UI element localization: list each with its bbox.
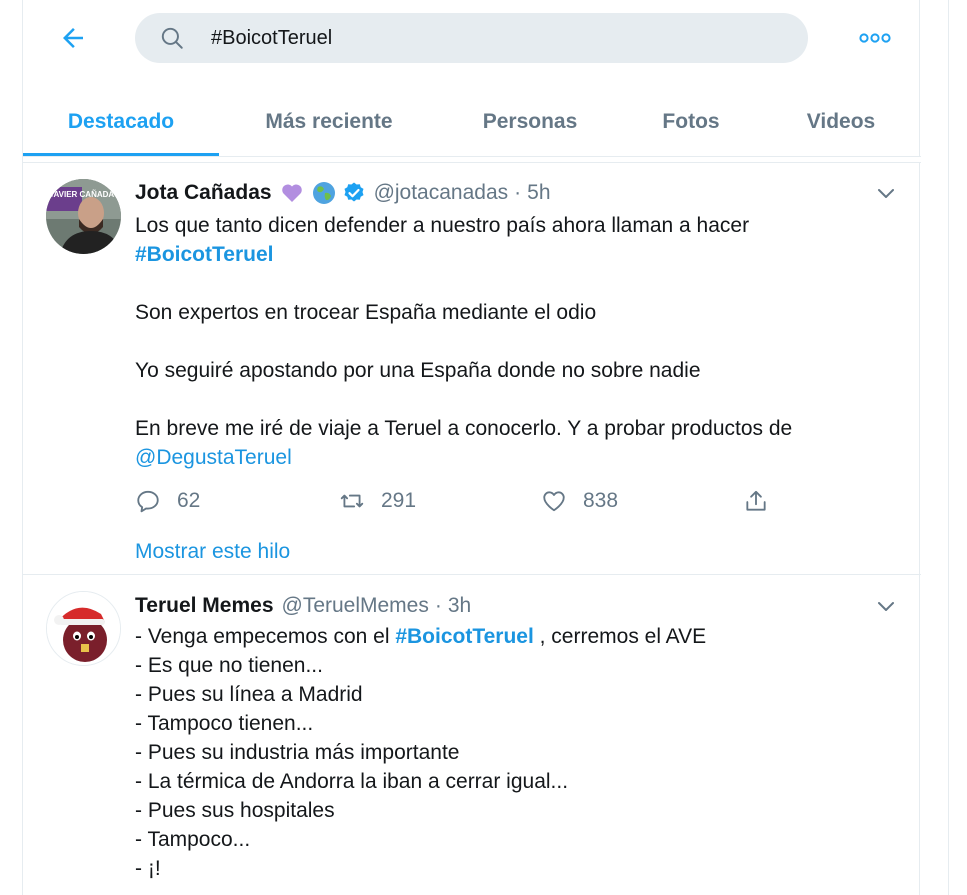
hashtag-link[interactable]: #BoicotTeruel: [395, 625, 533, 648]
purple-heart-emoji: [281, 184, 302, 202]
tab-videos[interactable]: Videos: [761, 88, 921, 156]
tweet-text-line: - Tampoco tienen...: [135, 712, 314, 735]
tweet-text-fragment: , cerremos el AVE: [533, 625, 707, 648]
tweet-text-line: Yo seguiré apostando por una España dond…: [135, 359, 701, 382]
search-input[interactable]: [211, 25, 771, 51]
tweet-body: Teruel Memes @TeruelMemes · 3h - Venga e…: [135, 592, 855, 883]
tweet-actions: 62 291 838: [135, 486, 795, 516]
tweet-text-line: Los que tanto dicen defender a nuestro p…: [135, 214, 750, 237]
arrow-left-icon: [63, 28, 83, 48]
avatar[interactable]: JAVIER CAÑADAS: [46, 179, 121, 254]
tweet-text-fragment: - Venga empecemos con el: [135, 625, 396, 648]
separator-dot: ·: [514, 181, 522, 204]
reply-count: 62: [177, 489, 201, 512]
tweet-header: Teruel Memes @TeruelMemes · 3h: [135, 592, 855, 620]
show-thread-link[interactable]: Mostrar este hilo: [135, 540, 290, 564]
tweet-menu-button[interactable]: [873, 593, 899, 619]
tweet[interactable]: JAVIER CAÑADAS Jota Cañadas @jotacanadas…: [23, 163, 921, 575]
tweet-text-line: En breve me iré de viaje a Teruel a cono…: [135, 417, 793, 440]
tweet-menu-button[interactable]: [873, 180, 899, 206]
search-icon: [161, 27, 183, 49]
tweet-time[interactable]: 5h: [527, 181, 550, 205]
more-button[interactable]: [857, 22, 893, 54]
author-name[interactable]: Jota Cañadas: [135, 181, 272, 205]
more-dots-icon: [859, 33, 891, 43]
tweet-text-line: - Pues su industria más importante: [135, 741, 460, 764]
tweet-text-line: - La térmica de Andorra la iban a cerrar…: [135, 770, 569, 793]
tweet-text-line: Son expertos en trocear España mediante …: [135, 301, 597, 324]
tab-fotos[interactable]: Fotos: [621, 88, 761, 156]
hashtag-link[interactable]: #BoicotTeruel: [135, 243, 273, 266]
tweet[interactable]: Teruel Memes @TeruelMemes · 3h - Venga e…: [23, 575, 921, 895]
author-handle[interactable]: @jotacanadas: [374, 181, 509, 205]
retweet-count: 291: [381, 489, 417, 512]
tweet-text-line: - Es que no tienen...: [135, 654, 323, 677]
page-edge-divider: [948, 0, 949, 895]
tab-label: Personas: [482, 110, 578, 133]
reply-icon: [137, 490, 159, 513]
tweet-text: - Venga empecemos con el #BoicotTeruel ,…: [135, 622, 855, 883]
tweet-header: Jota Cañadas @jotacanadas · 5h: [135, 179, 855, 207]
globe-emoji: [312, 182, 335, 204]
tweet-text-line: - Pues sus hospitales: [135, 799, 335, 822]
timeline-column: Destacado Más reciente Personas Fotos Vi…: [22, 0, 921, 895]
tweet-text-line: - Pues su línea a Madrid: [135, 683, 363, 706]
chevron-down-icon: [878, 189, 894, 198]
tab-label: Destacado: [67, 110, 175, 133]
separator-dot: ·: [434, 594, 442, 617]
avatar[interactable]: [46, 591, 121, 666]
retweet-button[interactable]: 291: [339, 486, 416, 516]
tab-personas[interactable]: Personas: [439, 88, 621, 156]
avatar-photo: [47, 592, 120, 665]
author-handle[interactable]: @TeruelMemes: [282, 594, 429, 618]
tab-label: Fotos: [662, 110, 720, 133]
mention-link[interactable]: @DegustaTeruel: [135, 446, 292, 469]
heart-icon: [543, 491, 565, 512]
search-box[interactable]: [135, 13, 808, 63]
chevron-down-icon: [878, 602, 894, 611]
tweet-text-line: - ¡!: [135, 857, 161, 880]
retweet-icon: [340, 494, 364, 508]
tweet-body: Jota Cañadas @jotacanadas · 5h Los que t…: [135, 179, 855, 472]
author-name[interactable]: Teruel Memes: [135, 594, 274, 618]
tab-label: Más reciente: [265, 110, 393, 133]
back-button[interactable]: [53, 18, 93, 58]
like-button[interactable]: 838: [541, 486, 618, 516]
tweet-text: Los que tanto dicen defender a nuestro p…: [135, 211, 855, 472]
avatar-badge-text: JAVIER CAÑADAS: [49, 190, 120, 199]
tab-mas-reciente[interactable]: Más reciente: [219, 88, 439, 156]
tab-destacado[interactable]: Destacado: [23, 88, 219, 156]
like-count: 838: [583, 489, 619, 512]
share-button[interactable]: [743, 486, 785, 516]
search-tabs: Destacado Más reciente Personas Fotos Vi…: [23, 88, 921, 156]
tweet-text-line: - Tampoco...: [135, 828, 251, 851]
verified-badge-icon: [344, 182, 364, 202]
reply-button[interactable]: 62: [135, 486, 200, 516]
avatar-photo: JAVIER CAÑADAS: [46, 179, 121, 254]
share-icon: [746, 490, 766, 511]
tweet-time[interactable]: 3h: [448, 594, 471, 618]
tabs-divider: [23, 156, 921, 163]
tab-label: Videos: [806, 110, 876, 133]
